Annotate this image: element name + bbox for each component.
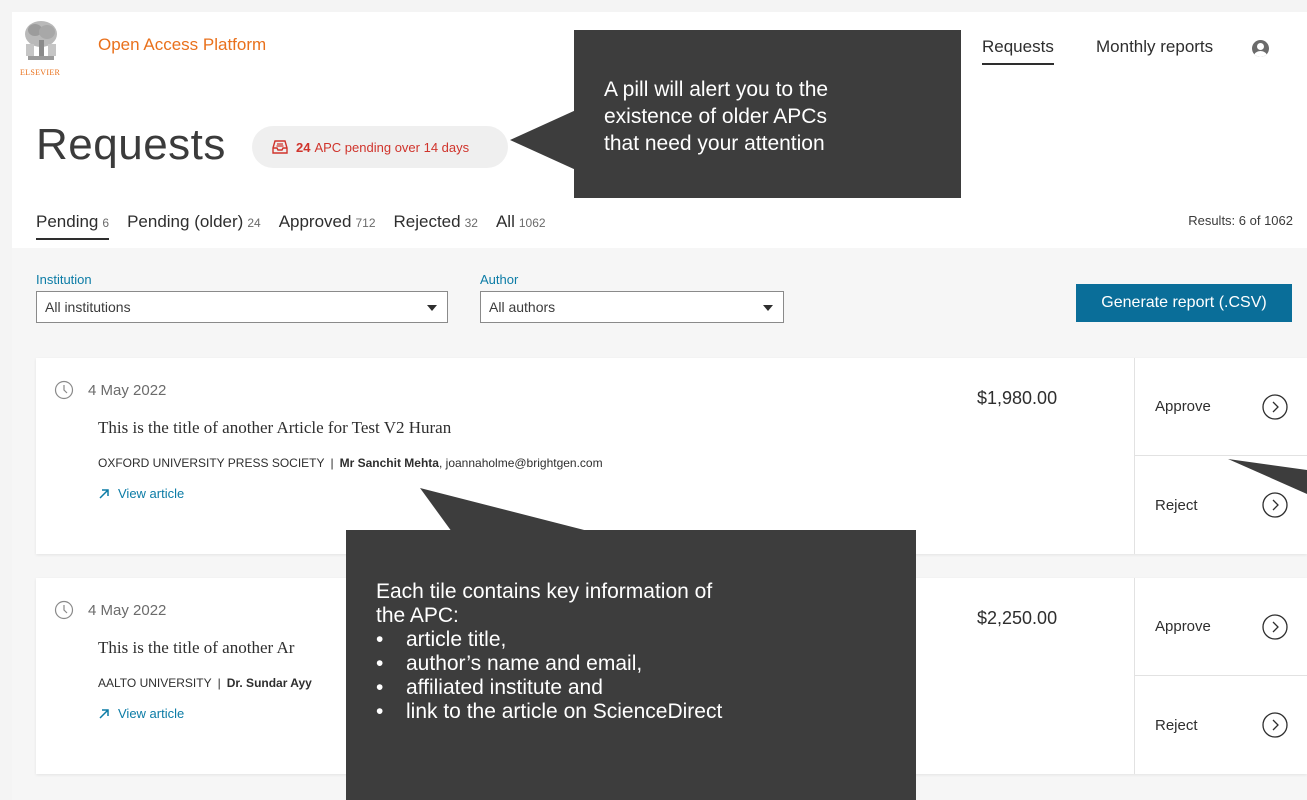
article-meta: AALTO UNIVERSITY | Dr. Sundar Ayy xyxy=(98,676,312,690)
clock-icon xyxy=(54,600,74,620)
view-article-link[interactable]: View article xyxy=(98,706,184,721)
approve-label: Approve xyxy=(1155,618,1211,635)
view-article-link[interactable]: View article xyxy=(98,486,184,501)
page: ELSEVIER Open Access Platform Requests M… xyxy=(12,12,1307,800)
nav-requests[interactable]: Requests xyxy=(982,37,1054,65)
chevron-right-circle-icon xyxy=(1262,492,1288,518)
article-meta: OXFORD UNIVERSITY PRESS SOCIETY | Mr Sanch… xyxy=(98,456,603,470)
article-title: This is the title of another Article for… xyxy=(98,418,452,437)
tab-label: Pending (older) xyxy=(127,212,244,231)
meta-separator: | xyxy=(330,456,334,470)
tile-callout: Each tile contains key information of th… xyxy=(346,530,916,800)
callout-line: the APC: xyxy=(376,604,459,627)
external-arrow-icon xyxy=(99,708,109,719)
tile-date-row: 4 May 2022 xyxy=(54,600,166,620)
callout-line: that need your attention xyxy=(604,132,825,155)
reject-button[interactable]: Reject xyxy=(1135,456,1307,554)
tile-actions: Approve Reject xyxy=(1134,578,1307,774)
pill-count: 24 xyxy=(296,139,311,155)
tab-label: All xyxy=(495,212,515,231)
chevron-down-icon xyxy=(427,305,437,311)
results-count: Results: 6 of 1062 xyxy=(1188,213,1293,228)
apc-request-tile: 4 May 2022 This is the title of another … xyxy=(36,358,1307,554)
meta-separator: | xyxy=(217,676,221,690)
chevron-right-circle-icon xyxy=(1262,613,1288,640)
tab-label: Pending xyxy=(36,212,99,231)
author-filter-label: Author xyxy=(480,272,519,287)
tab-count: 712 xyxy=(355,216,376,230)
tab-count: 24 xyxy=(247,216,261,230)
callout-line: A pill will alert you to the xyxy=(604,78,829,101)
institution-name: OXFORD UNIVERSITY PRESS SOCIETY xyxy=(98,456,325,470)
approve-button[interactable]: Approve xyxy=(1135,358,1307,456)
institution-select[interactable]: All institutions xyxy=(36,291,448,323)
callout-line: existence of older APCs xyxy=(604,105,827,128)
author-select[interactable]: All authors xyxy=(480,291,784,323)
pill-text: APC pending over 14 days xyxy=(314,139,470,155)
callout-line: Each tile contains key information of xyxy=(376,580,713,603)
external-arrow-icon xyxy=(99,488,109,499)
chevron-right-circle-icon xyxy=(1262,393,1288,420)
chevron-down-icon xyxy=(763,305,773,311)
tab-all[interactable]: All 1062 xyxy=(496,212,546,238)
callout-bullet: affiliated institute and xyxy=(376,676,916,700)
generate-report-button[interactable]: Generate report (.CSV) xyxy=(1076,284,1292,322)
tab-count: 6 xyxy=(102,216,110,230)
institution-filter-label: Institution xyxy=(36,272,92,287)
status-tabs: Pending 6 Pending (older) 24 Approved 712 R… xyxy=(36,212,564,244)
reject-button[interactable]: Reject xyxy=(1135,676,1307,774)
page-title: Requests xyxy=(36,120,226,169)
tab-label: Approved xyxy=(278,212,352,231)
inbox-alert-icon xyxy=(272,140,288,154)
tab-count: 32 xyxy=(464,216,478,230)
tab-pending[interactable]: Pending 6 xyxy=(36,212,110,240)
tile-date: 4 May 2022 xyxy=(88,601,167,619)
approve-button[interactable]: Approve xyxy=(1135,578,1307,676)
nav-monthly-reports[interactable]: Monthly reports xyxy=(1096,37,1213,57)
callout-bullet: author’s name and email, xyxy=(376,652,916,676)
pill-callout: A pill will alert you to the existence o… xyxy=(574,30,961,198)
author-email: , joannaholme@brightgen.com xyxy=(438,456,603,470)
apc-price: $2,250.00 xyxy=(977,608,1058,628)
author-name: Dr. Sundar Ayy xyxy=(226,676,312,690)
tile-date-row: 4 May 2022 xyxy=(54,380,166,400)
tab-label: Rejected xyxy=(393,212,461,231)
callout-bullet: link to the article on ScienceDirect xyxy=(376,700,916,724)
tab-approved[interactable]: Approved 712 xyxy=(279,212,376,238)
approve-label: Approve xyxy=(1155,398,1211,415)
tile-date: 4 May 2022 xyxy=(88,381,167,399)
callout-bullet-list: article title, author’s name and email, … xyxy=(376,628,916,724)
apc-price: $1,980.00 xyxy=(977,388,1058,408)
tab-pending-older[interactable]: Pending (older) 24 xyxy=(127,212,261,238)
reject-label: Reject xyxy=(1155,716,1198,734)
tab-rejected[interactable]: Rejected 32 xyxy=(394,212,478,238)
tab-count: 1062 xyxy=(518,216,546,230)
brand-name[interactable]: Open Access Platform xyxy=(98,35,266,55)
institution-name: AALTO UNIVERSITY xyxy=(98,676,212,690)
institution-select-value: All institutions xyxy=(45,299,131,315)
clock-icon xyxy=(54,380,74,400)
author-select-value: All authors xyxy=(489,299,556,315)
tile-actions: Approve Reject xyxy=(1134,358,1307,554)
older-apc-pill[interactable]: 24 APC pending over 14 days xyxy=(252,126,508,168)
callout-bullet: article title, xyxy=(376,628,916,652)
reject-label: Reject xyxy=(1155,496,1198,514)
chevron-right-circle-icon xyxy=(1262,712,1288,738)
elsevier-tree-logo-icon[interactable] xyxy=(22,18,60,66)
user-account-icon[interactable] xyxy=(1252,40,1269,57)
article-title: This is the title of another Ar xyxy=(98,638,295,657)
view-article-label: View article xyxy=(118,706,185,721)
view-article-label: View article xyxy=(118,486,185,501)
author-name: Mr Sanchit Mehta xyxy=(339,456,439,470)
elsevier-wordmark: ELSEVIER xyxy=(20,68,61,77)
